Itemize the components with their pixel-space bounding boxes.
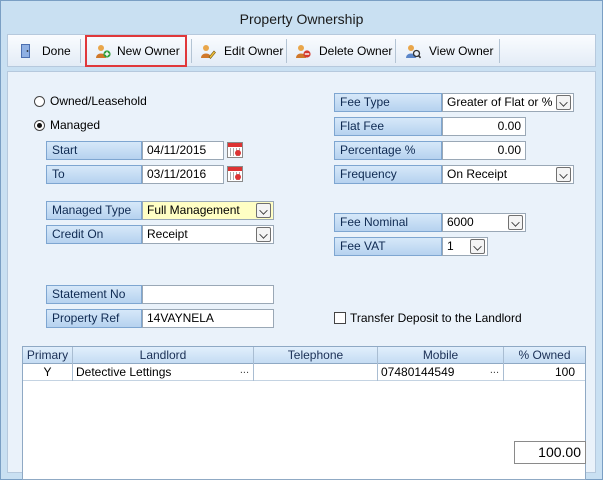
landlord-value: Detective Lettings bbox=[76, 365, 172, 379]
fee-nominal-label: Fee Nominal bbox=[334, 213, 442, 232]
percentage-field[interactable]: 0.00 bbox=[442, 141, 526, 160]
delete-person-icon bbox=[296, 45, 311, 58]
transfer-deposit-checkbox[interactable] bbox=[334, 312, 346, 324]
view-person-icon bbox=[406, 45, 421, 59]
cell-telephone bbox=[254, 364, 378, 381]
to-label: To bbox=[46, 165, 142, 184]
property-ownership-window: Property Ownership Done New Owner Edit O… bbox=[0, 0, 603, 480]
cell-owned: 100 bbox=[554, 365, 575, 379]
property-ref-field[interactable]: 14VAYNELA bbox=[142, 309, 274, 328]
calendar-icon[interactable] bbox=[227, 166, 243, 182]
column-header-mobile[interactable]: Mobile bbox=[378, 347, 504, 364]
mobile-ellipsis-button[interactable]: ... bbox=[490, 364, 499, 378]
landlord-ellipsis-button[interactable]: ... bbox=[240, 364, 249, 378]
fee-type-label: Fee Type bbox=[334, 93, 442, 112]
start-date-field[interactable]: 04/11/2015 bbox=[142, 141, 224, 160]
new-owner-button[interactable]: New Owner bbox=[85, 35, 187, 67]
statement-no-label: Statement No bbox=[46, 285, 142, 304]
cell-landlord: Detective Lettings ... bbox=[73, 364, 254, 381]
column-header-owned[interactable]: % Owned bbox=[504, 347, 585, 364]
toolbar-separator bbox=[80, 39, 81, 63]
to-date-field[interactable]: 03/11/2016 bbox=[142, 165, 224, 184]
managed-radio[interactable] bbox=[34, 120, 45, 131]
column-header-telephone[interactable]: Telephone bbox=[254, 347, 378, 364]
owners-table: Primary Landlord Telephone Mobile % Owne… bbox=[22, 346, 586, 480]
chevron-down-icon[interactable] bbox=[256, 203, 271, 218]
chevron-down-icon[interactable] bbox=[556, 167, 571, 182]
property-ref-label: Property Ref bbox=[46, 309, 142, 328]
chevron-down-icon[interactable] bbox=[556, 95, 571, 110]
owned-leasehold-label: Owned/Leasehold bbox=[50, 94, 147, 108]
credit-on-label: Credit On bbox=[46, 225, 142, 244]
fee-vat-label: Fee VAT bbox=[334, 237, 442, 256]
edit-person-icon bbox=[201, 45, 216, 59]
view-owner-button[interactable]: View Owner bbox=[399, 37, 497, 65]
view-owner-label: View Owner bbox=[429, 44, 494, 58]
delete-owner-button[interactable]: Delete Owner bbox=[289, 37, 393, 65]
column-header-primary[interactable]: Primary bbox=[23, 347, 73, 364]
done-label: Done bbox=[42, 44, 71, 58]
credit-on-select[interactable]: Receipt bbox=[142, 225, 274, 244]
chevron-down-icon[interactable] bbox=[470, 239, 485, 254]
calendar-icon[interactable] bbox=[227, 142, 243, 158]
done-button[interactable]: Done bbox=[12, 37, 78, 65]
chevron-down-icon[interactable] bbox=[508, 215, 523, 230]
fee-type-select[interactable]: Greater of Flat or % bbox=[442, 93, 574, 112]
mobile-value: 07480144549 bbox=[381, 365, 455, 379]
table-header: Primary Landlord Telephone Mobile % Owne… bbox=[23, 347, 585, 364]
window-title: Property Ownership bbox=[239, 11, 364, 27]
toolbar: Done New Owner Edit Owner Delete Owner V… bbox=[7, 34, 596, 67]
frequency-select[interactable]: On Receipt bbox=[442, 165, 574, 184]
chevron-down-icon[interactable] bbox=[256, 227, 271, 242]
owned-leasehold-radio[interactable] bbox=[34, 96, 45, 107]
add-person-icon bbox=[96, 45, 111, 58]
table-row[interactable]: Y Detective Lettings ... 07480144549 ...… bbox=[23, 364, 585, 381]
flat-fee-field[interactable]: 0.00 bbox=[442, 117, 526, 136]
start-label: Start bbox=[46, 141, 142, 160]
edit-owner-label: Edit Owner bbox=[224, 44, 284, 58]
door-exit-icon bbox=[21, 44, 30, 58]
column-header-landlord[interactable]: Landlord bbox=[73, 347, 254, 364]
new-owner-label: New Owner bbox=[117, 44, 180, 58]
cell-mobile: 07480144549 ... bbox=[378, 364, 504, 381]
managed-type-label: Managed Type bbox=[46, 201, 142, 220]
toolbar-separator bbox=[191, 39, 192, 63]
ownership-panel: Owned/Leasehold Managed Start 04/11/2015… bbox=[7, 71, 596, 480]
managed-type-select[interactable]: Full Management bbox=[142, 201, 274, 220]
statement-no-field[interactable] bbox=[142, 285, 274, 304]
total-owned-field: 100.00 bbox=[514, 441, 586, 464]
edit-owner-button[interactable]: Edit Owner bbox=[194, 37, 284, 65]
frequency-label: Frequency bbox=[334, 165, 442, 184]
cell-primary: Y bbox=[23, 364, 73, 381]
flat-fee-label: Flat Fee bbox=[334, 117, 442, 136]
toolbar-separator bbox=[395, 39, 396, 63]
delete-owner-label: Delete Owner bbox=[319, 44, 393, 58]
transfer-deposit-label: Transfer Deposit to the Landlord bbox=[350, 311, 522, 325]
toolbar-separator bbox=[286, 39, 287, 63]
percentage-label: Percentage % bbox=[334, 141, 442, 160]
toolbar-separator bbox=[499, 39, 500, 63]
managed-label: Managed bbox=[50, 118, 101, 132]
